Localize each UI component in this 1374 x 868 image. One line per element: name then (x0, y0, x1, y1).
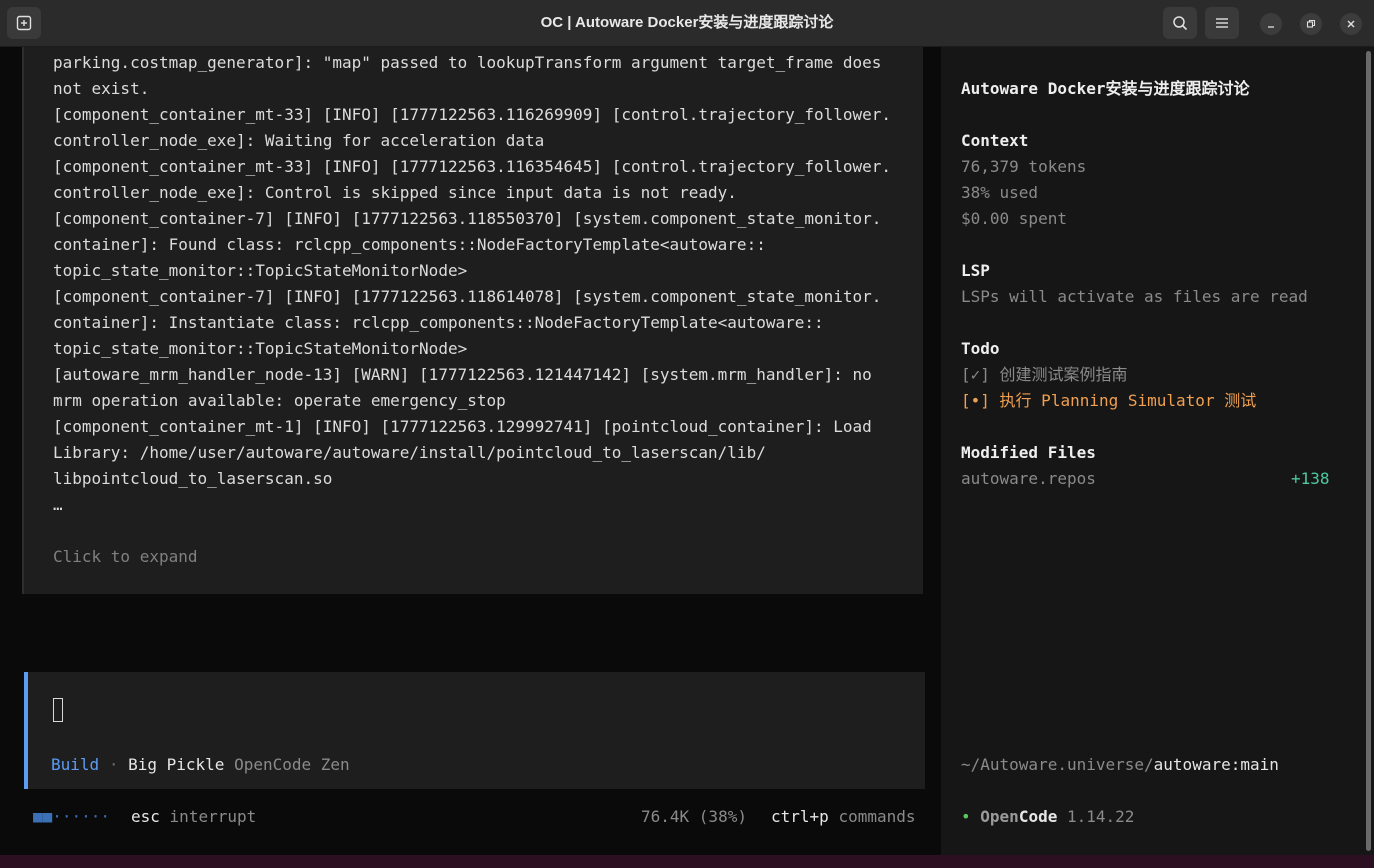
app-name-open: Open (980, 807, 1019, 826)
log-line: parking.costmap_generator]: "map" passed… (53, 53, 882, 72)
log-line: topic_state_monitor::TopicStateMonitorNo… (53, 339, 468, 358)
minimize-icon (1268, 26, 1274, 28)
log-line: [component_container-7] [INFO] [17771225… (53, 287, 882, 306)
tool-output-block[interactable]: parking.costmap_generator]: "map" passed… (22, 47, 923, 594)
context-usage: 76.4K (38%) (641, 807, 747, 826)
log-line: Library: /home/user/autoware/autoware/in… (53, 443, 766, 462)
restore-icon (1306, 19, 1316, 28)
log-line: not exist. (53, 79, 150, 98)
log-line: … (53, 495, 63, 514)
minimize-button[interactable] (1260, 13, 1282, 35)
separator: · (108, 755, 119, 774)
conversation-pane: parking.costmap_generator]: "map" passed… (0, 47, 940, 855)
todo-item-in-progress: [•] 执行 Planning Simulator 测试 (961, 388, 1256, 414)
scrollbar-thumb[interactable] (1366, 51, 1371, 851)
log-line: controller_node_exe]: Control is skipped… (53, 183, 737, 202)
cmd-key: ctrl+p (771, 807, 829, 826)
title-bar: OC | Autoware Docker安装与进度跟踪讨论 (0, 0, 1374, 47)
scrollbar[interactable] (1366, 47, 1374, 855)
search-button[interactable] (1163, 7, 1197, 39)
log-lines: parking.costmap_generator]: "map" passed… (53, 50, 923, 518)
log-line: topic_state_monitor::TopicStateMonitorNo… (53, 261, 468, 280)
log-line: container]: Found class: rclcpp_componen… (53, 235, 766, 254)
context-spent: $0.00 spent (961, 209, 1067, 228)
lsp-heading: LSP (961, 261, 990, 280)
log-line: container]: Instantiate class: rclcpp_co… (53, 313, 824, 332)
working-directory: ~/Autoware.universe/autoware:main (961, 752, 1279, 778)
esc-key: esc (131, 807, 160, 826)
provider-name: OpenCode Zen (234, 755, 350, 774)
modified-files-heading: Modified Files (961, 443, 1096, 462)
session-title: Autoware Docker安装与进度跟踪讨论 (961, 79, 1250, 98)
app-name-code: Code (1018, 807, 1058, 826)
todo-heading: Todo (961, 339, 1000, 358)
checkbox-done-icon: [✓] (961, 365, 990, 384)
search-icon (1173, 16, 1188, 31)
model-name[interactable]: Big Pickle (128, 755, 224, 774)
prompt-input[interactable]: Build · Big Pickle OpenCode Zen (24, 672, 925, 789)
close-button[interactable] (1340, 13, 1362, 35)
log-line: [component_container_mt-33] [INFO] [1777… (53, 157, 892, 176)
todo-label: 执行 Planning Simulator 测试 (999, 391, 1257, 410)
interrupt-hint[interactable]: esc interrupt (131, 804, 256, 830)
log-line: libpointcloud_to_laserscan.so (53, 469, 333, 488)
path-prefix: ~/Autoware.universe/ (961, 755, 1154, 774)
desktop-edge (0, 855, 1374, 868)
lsp-message: LSPs will activate as files are read (961, 287, 1308, 306)
cmd-action: commands (838, 807, 916, 826)
log-line: [component_container-7] [INFO] [17771225… (53, 209, 882, 228)
context-heading: Context (961, 131, 1029, 150)
bullet-in-progress-icon: [•] (961, 391, 990, 410)
agent-model-line: Build · Big Pickle OpenCode Zen (51, 752, 350, 778)
todo-label: 创建测试案例指南 (999, 365, 1128, 384)
git-branch: autoware:main (1153, 755, 1279, 774)
esc-action: interrupt (169, 807, 257, 826)
log-line: controller_node_exe]: Waiting for accele… (53, 131, 545, 150)
context-tokens: 76,379 tokens (961, 157, 1087, 176)
modified-file-delta: +138 (1291, 469, 1330, 488)
restore-button[interactable] (1300, 13, 1322, 35)
commands-hint[interactable]: ctrl+p commands (771, 804, 916, 830)
session-sidebar: Autoware Docker安装与进度跟踪讨论 Context 76,379 … (941, 47, 1366, 855)
close-icon (1347, 20, 1355, 28)
app-version: • OpenCode 1.14.22 (961, 804, 1134, 830)
status-dot-icon: • (961, 807, 971, 826)
context-used: 38% used (961, 183, 1039, 202)
expand-link[interactable]: Click to expand (53, 544, 198, 570)
modified-file-name[interactable]: autoware.repos (961, 466, 1096, 492)
log-line: mrm operation available: operate emergen… (53, 391, 506, 410)
menu-icon (1216, 18, 1228, 28)
log-line: [autoware_mrm_handler_node-13] [WARN] [1… (53, 365, 872, 384)
menu-button[interactable] (1205, 7, 1239, 39)
status-bar: ■■······ esc interrupt 76.4K (38%) ctrl+… (0, 804, 940, 830)
todo-item-done: [✓] 创建测试案例指南 (961, 362, 1128, 388)
agent-mode[interactable]: Build (51, 755, 99, 774)
log-line: [component_container_mt-33] [INFO] [1777… (53, 105, 892, 124)
version-number: 1.14.22 (1066, 807, 1135, 826)
progress-spinner: ■■······ (33, 807, 111, 826)
log-line: [component_container_mt-1] [INFO] [17771… (53, 417, 872, 436)
text-cursor (53, 698, 63, 722)
